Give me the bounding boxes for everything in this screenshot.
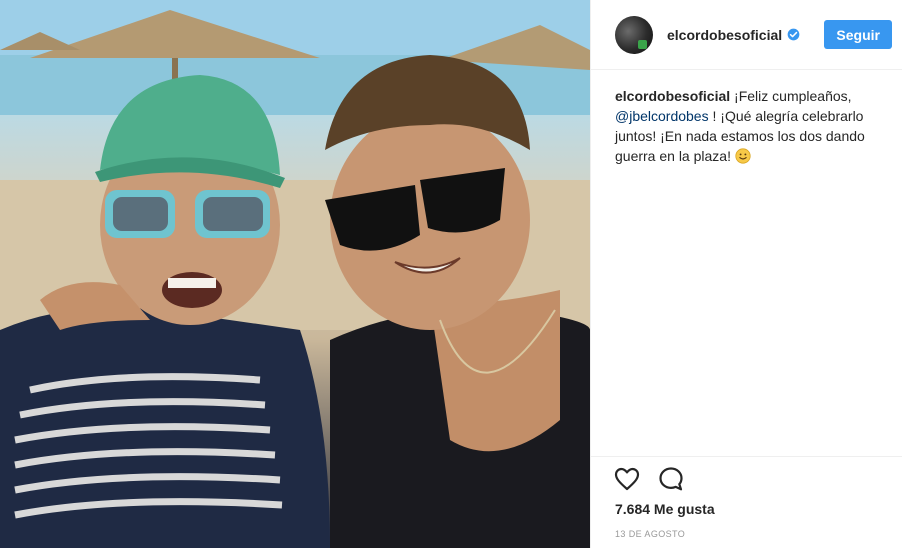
caption-username[interactable]: elcordobesoficial [615,88,730,104]
heart-outline-icon [614,467,640,491]
like-count[interactable]: 7.684 Me gusta [615,501,878,517]
smiling-face-emoji-icon [735,148,751,164]
photo-illustration [0,0,590,548]
post-actions-section: 7.684 Me gusta 13 DE AGOSTO [591,456,902,548]
post-header: elcordobesoficial Seguir [591,0,902,70]
verified-badge-icon [787,28,800,41]
action-bar [613,457,878,501]
instagram-post: elcordobesoficial Seguir elcordobesofici… [0,0,902,548]
post-caption: elcordobesoficial ¡Feliz cumpleaños, @jb… [591,70,902,166]
caption-mention[interactable]: @jbelcordobes [615,108,709,124]
comment-button[interactable] [657,465,685,493]
comment-bubble-icon [659,467,683,491]
follow-button[interactable]: Seguir [824,20,892,49]
caption-text-start: ¡Feliz cumpleaños, [734,88,852,104]
like-button[interactable] [613,465,641,493]
avatar-detail [638,39,647,49]
header-username[interactable]: elcordobesoficial [667,27,782,43]
post-sidebar: elcordobesoficial Seguir elcordobesofici… [590,0,902,548]
avatar[interactable] [615,15,653,54]
post-date[interactable]: 13 DE AGOSTO [615,529,878,539]
post-photo[interactable] [0,0,590,548]
